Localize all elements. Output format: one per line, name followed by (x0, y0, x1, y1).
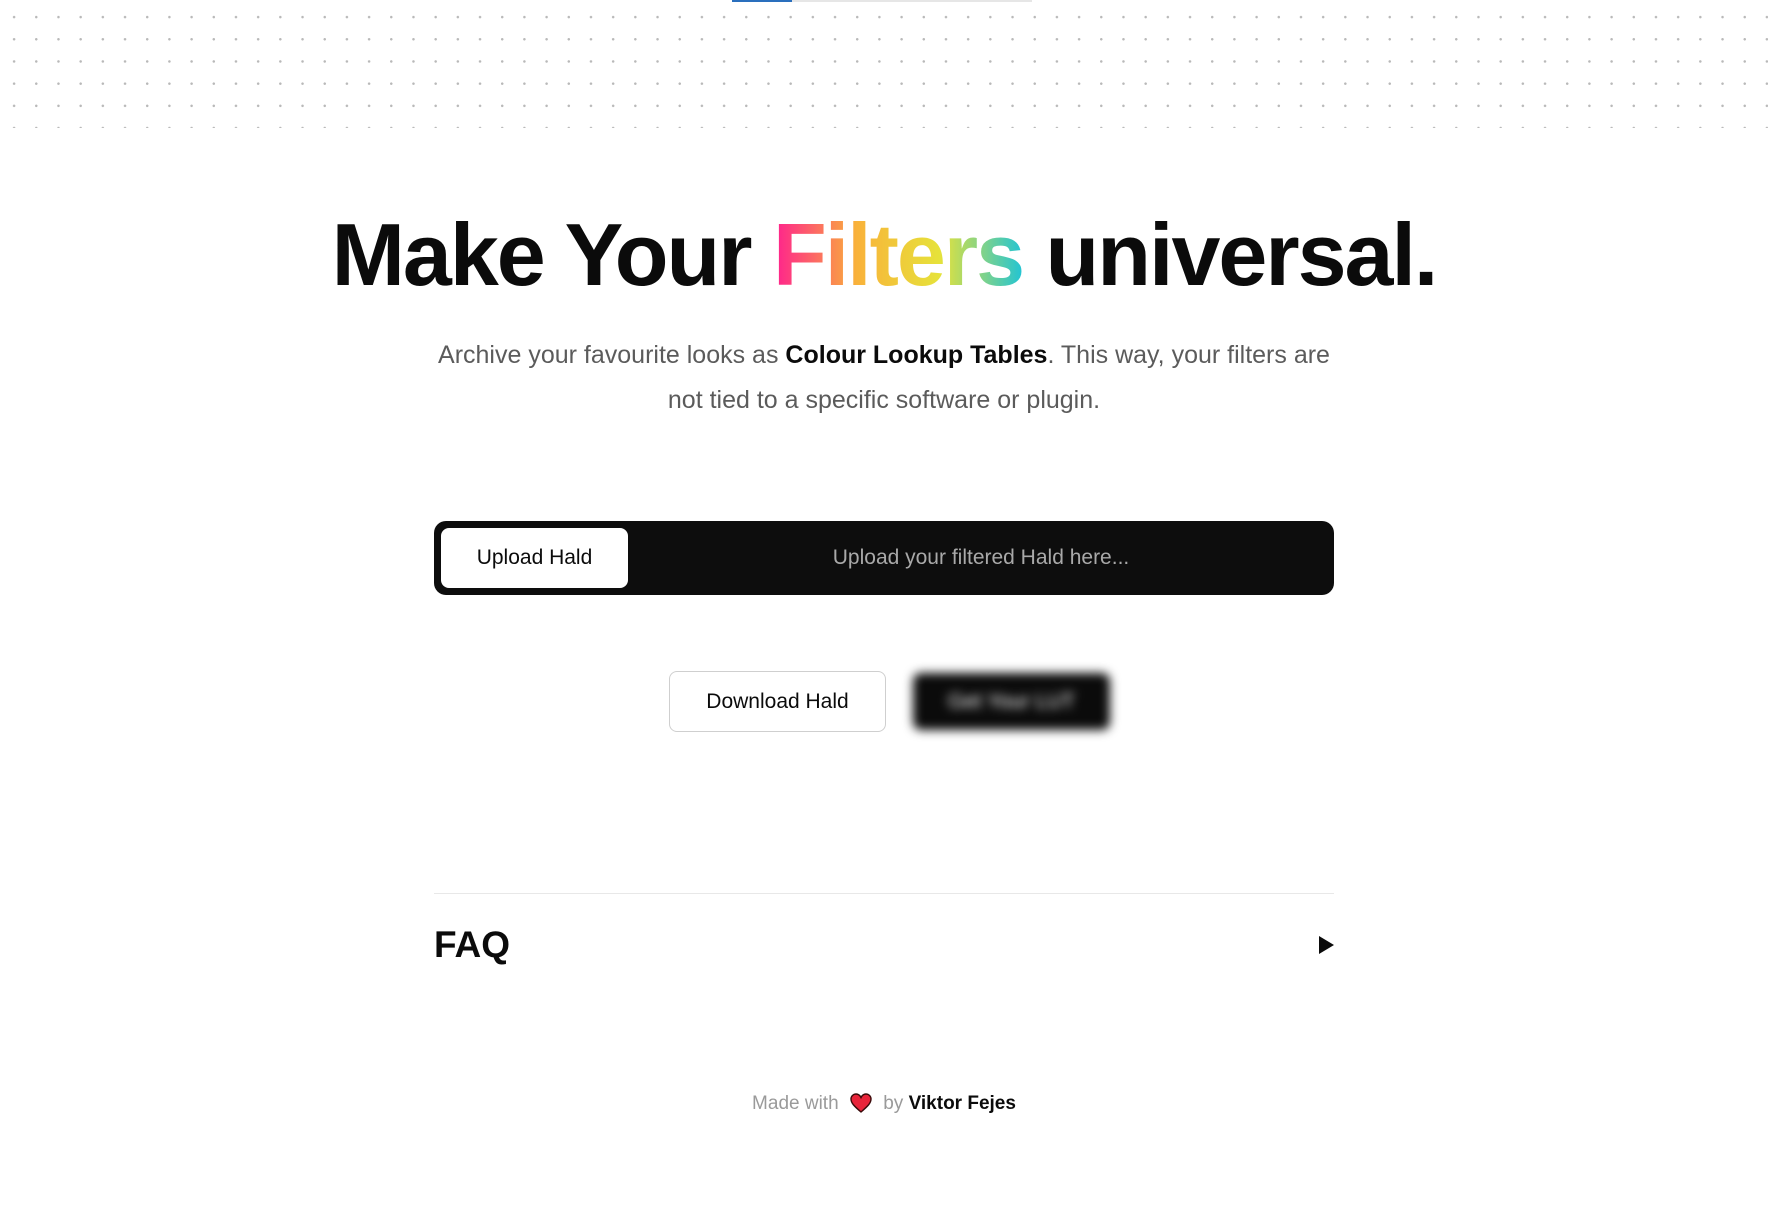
dot-grid-background (0, 0, 1768, 128)
upload-hald-button[interactable]: Upload Hald (441, 528, 628, 588)
faq-title: FAQ (434, 924, 511, 965)
upload-placeholder: Upload your filtered Hald here... (832, 546, 1130, 569)
get-lut-button[interactable]: Get Your LUT (913, 673, 1110, 730)
page: Make Your Filters universal. Archive you… (0, 0, 1768, 1208)
download-hald-button[interactable]: Download Hald (669, 671, 886, 732)
hero-title-end: universal. (1023, 205, 1439, 304)
heart-icon (850, 1093, 872, 1122)
upload-dropzone[interactable]: Upload Hald Upload your filtered Hald he… (434, 521, 1334, 595)
hero-title-start: Make Your (331, 205, 773, 304)
hero-subtitle-bold: Colour Lookup Tables (785, 341, 1048, 369)
triangle-right-icon[interactable] (1319, 936, 1334, 954)
footer: Made with by Viktor Fejes (0, 1090, 1768, 1122)
heart-svg (850, 1093, 872, 1113)
hero-subtitle: Archive your favourite looks as Colour L… (430, 333, 1338, 423)
footer-author-link[interactable]: Viktor Fejes (909, 1093, 1016, 1114)
footer-by: by (883, 1093, 904, 1114)
hero-subtitle-start: Archive your favourite looks as (438, 341, 786, 369)
faq-divider (434, 893, 1334, 894)
hero-title: Make Your Filters universal. (0, 200, 1768, 310)
hero-title-highlight: Filters (772, 205, 1025, 304)
footer-made-with: Made with (752, 1093, 839, 1114)
faq-toggle-row[interactable]: FAQ (434, 912, 1334, 978)
